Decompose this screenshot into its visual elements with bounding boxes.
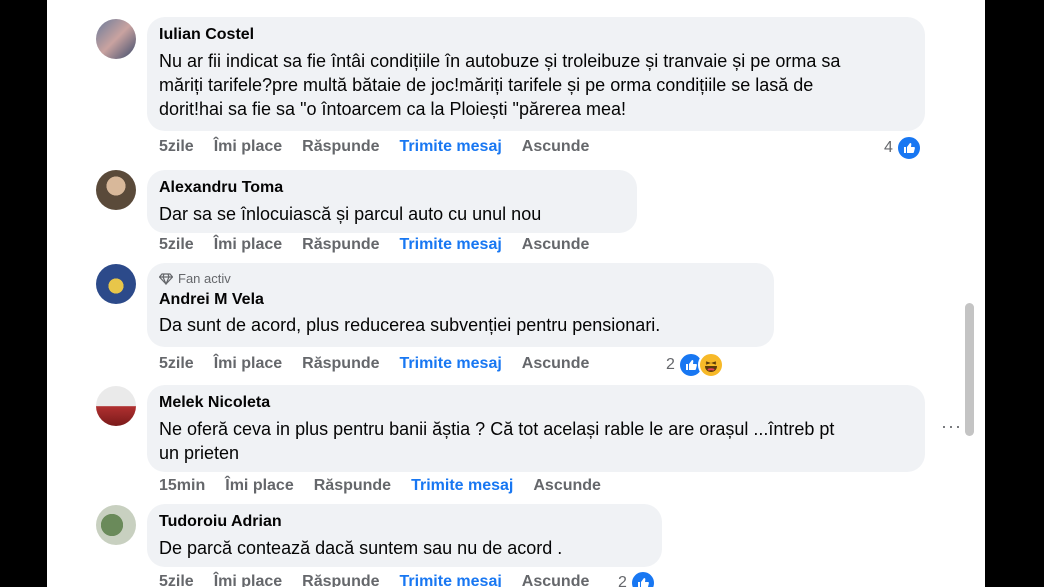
comment-actions: 15min Îmi place Răspunde Trimite mesaj A… [159, 476, 601, 496]
more-options-icon[interactable]: ··· [941, 416, 962, 437]
send-message-button[interactable]: Trimite mesaj [400, 137, 502, 157]
comment-author[interactable]: Iulian Costel [159, 25, 913, 45]
comment-text: Dar sa se înlocuiască și parcul auto cu … [159, 204, 542, 224]
comment-author[interactable]: Tudoroiu Adrian [159, 512, 650, 532]
avatar[interactable] [96, 386, 136, 426]
comment-text: Nu ar fii indicat sa fie întâi condițiil… [159, 51, 841, 119]
send-message-button[interactable]: Trimite mesaj [400, 354, 502, 374]
comment-author[interactable]: Andrei M Vela [159, 290, 762, 310]
comment-actions: 5zile Îmi place Răspunde Trimite mesaj A… [159, 354, 589, 374]
timestamp[interactable]: 5zile [159, 572, 194, 587]
comments-panel: Iulian Costel Nu ar fii indicat sa fie î… [47, 0, 985, 587]
like-button[interactable]: Îmi place [214, 235, 282, 255]
scrollbar[interactable] [965, 303, 974, 436]
badge-label: Fan activ [178, 271, 231, 286]
like-button[interactable]: Îmi place [214, 354, 282, 374]
hide-button[interactable]: Ascunde [533, 476, 601, 496]
comment-bubble: Iulian Costel Nu ar fii indicat sa fie î… [147, 17, 925, 131]
like-button[interactable]: Îmi place [225, 476, 293, 496]
comment-bubble: Tudoroiu Adrian De parcă contează dacă s… [147, 504, 662, 567]
comment-author[interactable]: Alexandru Toma [159, 178, 625, 198]
reply-button[interactable]: Răspunde [302, 354, 379, 374]
send-message-button[interactable]: Trimite mesaj [400, 572, 502, 587]
comment-bubble: Melek Nicoleta Ne oferă ceva in plus pen… [147, 385, 925, 472]
like-icon [895, 135, 922, 161]
comment-bubble: Alexandru Toma Dar sa se înlocuiască și … [147, 170, 637, 233]
like-button[interactable]: Îmi place [214, 572, 282, 587]
hide-button[interactable]: Ascunde [522, 572, 590, 587]
comment-actions: 5zile Îmi place Răspunde Trimite mesaj A… [159, 235, 589, 255]
send-message-button[interactable]: Trimite mesaj [400, 235, 502, 255]
timestamp[interactable]: 15min [159, 476, 205, 496]
avatar[interactable] [96, 505, 136, 545]
timestamp[interactable]: 5zile [159, 137, 194, 157]
reply-button[interactable]: Răspunde [302, 572, 379, 587]
haha-icon [697, 352, 724, 378]
comment-bubble: Fan activ Andrei M Vela Da sunt de acord… [147, 263, 774, 347]
hide-button[interactable]: Ascunde [522, 235, 590, 255]
comment-author[interactable]: Melek Nicoleta [159, 393, 913, 413]
avatar[interactable] [96, 19, 136, 59]
comment-text: De parcă contează dacă suntem sau nu de … [159, 538, 563, 558]
reaction-count: 2 [618, 574, 627, 587]
reactions[interactable]: 2 [618, 570, 656, 587]
reaction-count: 2 [666, 356, 675, 373]
comment-text: Ne oferă ceva in plus pentru banii ăștia… [159, 419, 835, 463]
comment-actions: 5zile Îmi place Răspunde Trimite mesaj A… [159, 572, 589, 587]
avatar[interactable] [96, 264, 136, 304]
comment-actions: 5zile Îmi place Răspunde Trimite mesaj A… [159, 137, 589, 157]
reaction-count: 4 [884, 139, 893, 156]
fan-badge: Fan activ [159, 271, 762, 287]
diamond-icon [159, 273, 173, 285]
reply-button[interactable]: Răspunde [302, 235, 379, 255]
reactions[interactable]: 2 [666, 352, 724, 378]
timestamp[interactable]: 5zile [159, 354, 194, 374]
reply-button[interactable]: Răspunde [302, 137, 379, 157]
timestamp[interactable]: 5zile [159, 235, 194, 255]
send-message-button[interactable]: Trimite mesaj [411, 476, 513, 496]
reactions[interactable]: 4 [884, 135, 922, 161]
hide-button[interactable]: Ascunde [522, 137, 590, 157]
like-button[interactable]: Îmi place [214, 137, 282, 157]
hide-button[interactable]: Ascunde [522, 354, 590, 374]
like-icon [629, 570, 656, 587]
reply-button[interactable]: Răspunde [314, 476, 391, 496]
avatar[interactable] [96, 170, 136, 210]
comment-text: Da sunt de acord, plus reducerea subvenț… [159, 315, 661, 335]
